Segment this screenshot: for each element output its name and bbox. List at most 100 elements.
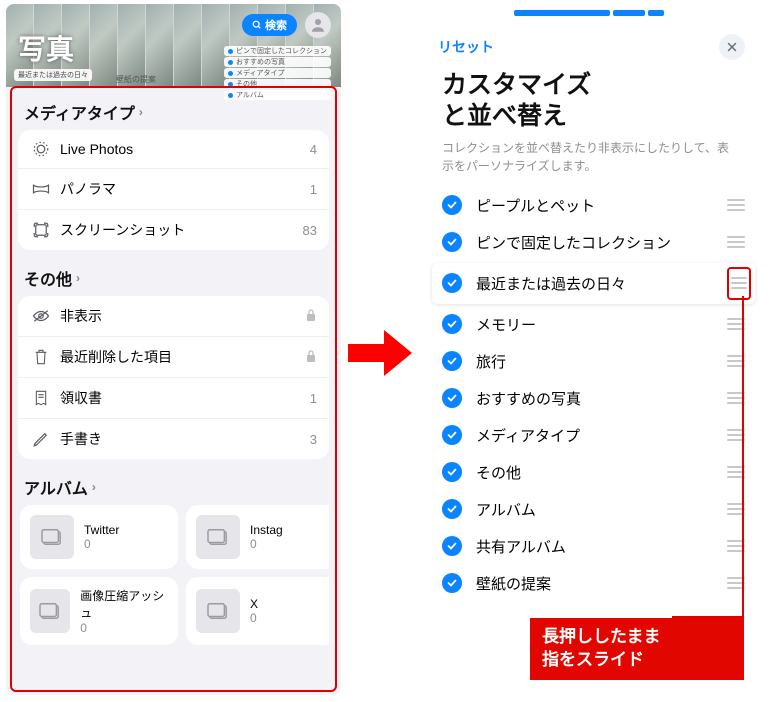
list-item-label: おすすめの写真 <box>476 388 725 409</box>
sheet-description: コレクションを並べ替えたり非表示にしたりして、表示をパーソナライズします。 <box>424 135 759 187</box>
checkmark-icon[interactable] <box>442 314 462 334</box>
album-thumb-icon <box>196 589 240 633</box>
header-strip-center: 壁紙の提案 <box>116 74 156 85</box>
list-item-label: 最近または過去の日々 <box>476 273 745 294</box>
row-label: 領収書 <box>60 388 310 408</box>
reorder-list: ピープルとペット ピンで固定したコレクション 最近または過去の日々 メモリー 旅 <box>424 187 759 602</box>
reset-button[interactable]: リセット <box>438 37 494 57</box>
checkmark-icon[interactable] <box>442 273 462 293</box>
list-item[interactable]: 壁紙の提案 <box>438 565 749 602</box>
highlighted-region: メディアタイプ › Live Photos 4 パノラマ 1 <box>10 86 337 692</box>
search-button[interactable]: 検索 <box>242 14 297 36</box>
list-item[interactable]: アルバム <box>438 491 749 528</box>
header-strip-left: 最近または過去の日々 <box>14 69 92 81</box>
media-live-photos[interactable]: Live Photos 4 <box>18 130 329 169</box>
drag-handle-highlighted[interactable] <box>727 267 751 300</box>
list-item-label: 旅行 <box>476 351 725 372</box>
list-item-label: アルバム <box>476 499 725 520</box>
live-photos-icon <box>30 140 52 158</box>
panorama-icon <box>30 182 52 196</box>
album-name: 画像圧縮アッシュ <box>80 587 168 621</box>
list-item[interactable]: 旅行 <box>438 343 749 380</box>
list-item-label: メディアタイプ <box>476 425 725 446</box>
album-card[interactable]: Instag0 <box>186 505 329 569</box>
row-count: 3 <box>310 432 317 447</box>
row-label: 手書き <box>60 429 310 449</box>
checkmark-icon[interactable] <box>442 425 462 445</box>
drag-handle-icon[interactable] <box>725 236 745 248</box>
photos-header: 写真 検索 ピンで固定したコレクション おすすめの写真 メディアタイプ その他 … <box>6 4 341 87</box>
album-card[interactable]: X0 <box>186 577 329 645</box>
row-label: Live Photos <box>60 141 310 157</box>
checkmark-icon[interactable] <box>442 499 462 519</box>
handwriting-icon <box>30 430 52 448</box>
chevron-right-icon: › <box>76 271 80 285</box>
lock-icon <box>305 308 317 325</box>
other-header[interactable]: その他 › <box>18 260 329 296</box>
albums-header[interactable]: アルバム › <box>18 469 329 505</box>
list-item-label: 共有アルバム <box>476 536 725 557</box>
profile-avatar[interactable] <box>305 12 331 38</box>
album-count: 0 <box>84 537 119 551</box>
checkmark-icon[interactable] <box>442 573 462 593</box>
hidden-icon <box>30 309 52 323</box>
list-item[interactable]: メディアタイプ <box>438 417 749 454</box>
row-label: 最近削除した項目 <box>60 347 299 367</box>
status-bar <box>424 4 759 28</box>
row-label: パノラマ <box>60 179 310 199</box>
list-item-label: ピープルとペット <box>476 195 725 216</box>
media-panorama[interactable]: パノラマ 1 <box>18 169 329 210</box>
checkmark-icon[interactable] <box>442 232 462 252</box>
album-count: 0 <box>250 611 258 625</box>
other-hidden[interactable]: 非表示 <box>18 296 329 337</box>
arrow-right-icon <box>348 330 412 376</box>
album-count: 0 <box>250 537 283 551</box>
list-item-dragging[interactable]: 最近または過去の日々 <box>432 263 755 304</box>
annotation-line <box>742 296 744 618</box>
row-count: 83 <box>303 223 317 238</box>
row-label: スクリーンショット <box>60 220 303 240</box>
other-recently-deleted[interactable]: 最近削除した項目 <box>18 337 329 378</box>
instruction-callout: 長押ししたまま指をスライド <box>530 618 744 680</box>
list-item[interactable]: ピンで固定したコレクション <box>438 224 749 261</box>
album-name: Twitter <box>84 523 119 537</box>
media-type-header[interactable]: メディアタイプ › <box>18 94 329 130</box>
other-receipts[interactable]: 領収書 1 <box>18 378 329 419</box>
album-card[interactable]: Twitter0 <box>20 505 178 569</box>
screenshot-icon <box>30 221 52 239</box>
media-screenshot[interactable]: スクリーンショット 83 <box>18 210 329 250</box>
list-item[interactable]: メモリー <box>438 306 749 343</box>
album-name: X <box>250 597 258 611</box>
search-label: 検索 <box>265 17 287 33</box>
photos-app-left: 写真 検索 ピンで固定したコレクション おすすめの写真 メディアタイプ その他 … <box>6 4 341 695</box>
list-item[interactable]: おすすめの写真 <box>438 380 749 417</box>
checkmark-icon[interactable] <box>442 536 462 556</box>
checkmark-icon[interactable] <box>442 388 462 408</box>
checkmark-icon[interactable] <box>442 462 462 482</box>
list-item[interactable]: その他 <box>438 454 749 491</box>
list-item[interactable]: ピープルとペット <box>438 187 749 224</box>
section-title: メディアタイプ <box>24 100 135 124</box>
trash-icon <box>30 348 52 366</box>
album-count: 0 <box>80 621 168 635</box>
receipt-icon <box>30 389 52 407</box>
album-card[interactable]: 画像圧縮アッシュ0 <box>20 577 178 645</box>
checkmark-icon[interactable] <box>442 195 462 215</box>
lock-icon <box>305 349 317 366</box>
section-title: アルバム <box>24 475 88 499</box>
row-label: 非表示 <box>60 306 299 326</box>
album-thumb-icon <box>196 515 240 559</box>
row-count: 1 <box>310 182 317 197</box>
checkmark-icon[interactable] <box>442 351 462 371</box>
sheet-title: カスタマイズと並べ替え <box>424 60 759 135</box>
chevron-right-icon: › <box>139 105 143 119</box>
list-item-label: ピンで固定したコレクション <box>476 232 725 253</box>
album-thumb-icon <box>30 589 70 633</box>
list-item[interactable]: 共有アルバム <box>438 528 749 565</box>
row-count: 1 <box>310 391 317 406</box>
list-item-label: メモリー <box>476 314 725 335</box>
drag-handle-icon[interactable] <box>725 199 745 211</box>
section-title: その他 <box>24 266 72 290</box>
other-handwriting[interactable]: 手書き 3 <box>18 419 329 459</box>
close-button[interactable] <box>719 34 745 60</box>
